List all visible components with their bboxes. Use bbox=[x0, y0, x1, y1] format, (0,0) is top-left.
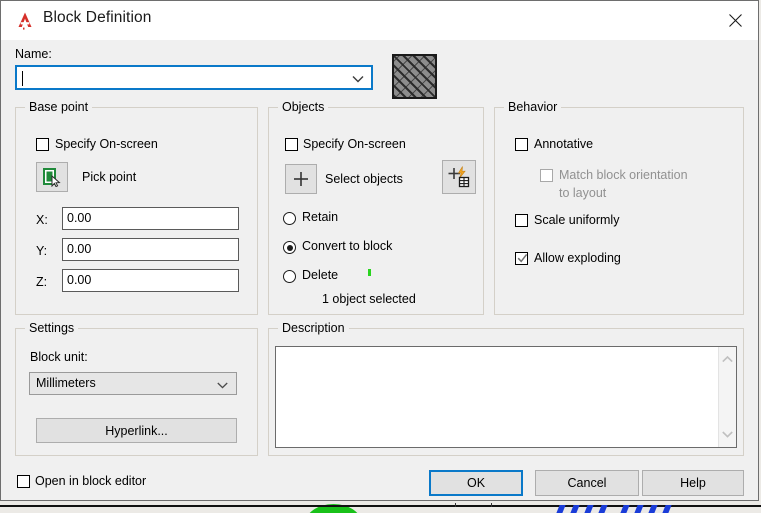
description-scrollbar[interactable] bbox=[718, 347, 736, 447]
chevron-down-icon[interactable] bbox=[216, 379, 229, 393]
backdrop-blue-mark bbox=[634, 505, 644, 513]
annotative-checkbox[interactable] bbox=[515, 138, 528, 151]
backdrop-blue-mark bbox=[570, 505, 580, 513]
block-unit-label: Block unit: bbox=[30, 350, 88, 364]
backdrop-blue-mark bbox=[662, 505, 672, 513]
allow-exploding-label: Allow exploding bbox=[534, 251, 621, 265]
pick-point-label: Pick point bbox=[82, 170, 137, 184]
retain-label: Retain bbox=[302, 210, 339, 224]
help-button[interactable]: Help bbox=[642, 470, 744, 496]
scale-uniformly-checkbox[interactable] bbox=[515, 214, 528, 227]
block-unit-combobox[interactable]: Millimeters bbox=[29, 372, 237, 395]
radio-selected-dot bbox=[286, 244, 293, 251]
backdrop-tick bbox=[491, 503, 492, 507]
chevron-up-icon[interactable] bbox=[719, 351, 736, 368]
selection-marker-artifact bbox=[368, 269, 371, 276]
delete-label: Delete bbox=[302, 268, 339, 282]
cancel-button[interactable]: Cancel bbox=[535, 470, 639, 496]
block-definition-dialog: Block Definition Name: Base point Specif… bbox=[0, 0, 759, 501]
select-objects-label: Select objects bbox=[325, 172, 403, 186]
open-in-block-editor-checkbox[interactable] bbox=[17, 475, 30, 488]
z-coordinate-input[interactable]: 0.00 bbox=[62, 269, 239, 292]
hyperlink-button[interactable]: Hyperlink... bbox=[36, 418, 237, 443]
backdrop-blue-mark bbox=[584, 505, 594, 513]
backdrop-blue-mark bbox=[620, 505, 630, 513]
block-name-combobox[interactable] bbox=[15, 65, 373, 90]
scale-uniformly-label: Scale uniformly bbox=[534, 213, 620, 227]
settings-group-title: Settings bbox=[25, 321, 79, 335]
x-axis-label: X: bbox=[36, 213, 48, 227]
objects-specify-onscreen-label: Specify On-screen bbox=[303, 137, 406, 151]
backdrop-blue-mark bbox=[598, 505, 608, 513]
text-caret bbox=[22, 71, 23, 86]
annotative-label: Annotative bbox=[534, 137, 594, 151]
backdrop-horizontal-line bbox=[0, 505, 761, 507]
crosshair-select-icon bbox=[294, 172, 308, 186]
delete-radio[interactable] bbox=[283, 270, 296, 283]
base-point-group-title: Base point bbox=[25, 100, 93, 114]
objects-group: Objects Specify On-screen Select objects… bbox=[268, 100, 484, 315]
z-axis-label: Z: bbox=[36, 275, 48, 289]
retain-radio[interactable] bbox=[283, 212, 296, 225]
base-point-specify-onscreen-label: Specify On-screen bbox=[55, 137, 158, 151]
close-icon[interactable] bbox=[712, 1, 758, 39]
backdrop-blue-mark bbox=[556, 505, 566, 513]
pick-point-button[interactable] bbox=[36, 162, 68, 192]
backdrop-blue-mark bbox=[648, 505, 658, 513]
checkmark-icon bbox=[517, 252, 528, 265]
ok-button[interactable]: OK bbox=[429, 470, 523, 496]
base-point-group: Base point Specify On-screen Pick point … bbox=[15, 100, 258, 315]
match-block-orientation-checkbox bbox=[540, 169, 553, 182]
dialog-titlebar: Block Definition bbox=[1, 1, 758, 40]
behavior-group-title: Behavior bbox=[504, 100, 562, 114]
objects-group-title: Objects bbox=[278, 100, 329, 114]
block-preview-swatch bbox=[392, 54, 437, 99]
base-point-specify-onscreen-checkbox[interactable] bbox=[36, 138, 49, 151]
open-in-block-editor-label: Open in block editor bbox=[35, 474, 147, 488]
quick-select-button[interactable] bbox=[442, 160, 476, 194]
behavior-group: Behavior Annotative Match block orientat… bbox=[494, 100, 744, 315]
objects-specify-onscreen-checkbox[interactable] bbox=[285, 138, 298, 151]
match-block-orientation-label-line1: Match block orientation bbox=[559, 168, 688, 182]
dialog-title: Block Definition bbox=[43, 9, 152, 26]
y-coordinate-input[interactable]: 0.00 bbox=[62, 238, 239, 261]
chevron-down-icon[interactable] bbox=[719, 426, 736, 443]
quick-select-icon bbox=[448, 166, 470, 188]
convert-to-block-label: Convert to block bbox=[302, 239, 393, 253]
convert-to-block-radio[interactable] bbox=[283, 241, 296, 254]
objects-status-text: 1 object selected bbox=[322, 292, 416, 306]
pick-point-icon bbox=[43, 168, 61, 187]
description-group-title: Description bbox=[278, 321, 349, 335]
allow-exploding-checkbox[interactable] bbox=[515, 252, 528, 265]
select-objects-button[interactable] bbox=[285, 164, 317, 194]
backdrop-tick bbox=[455, 503, 456, 507]
description-textarea[interactable] bbox=[275, 346, 737, 448]
autocad-logo-icon bbox=[15, 9, 37, 31]
match-block-orientation-label-line2: to layout bbox=[559, 186, 607, 200]
chevron-down-icon[interactable] bbox=[351, 73, 365, 87]
y-axis-label: Y: bbox=[36, 244, 48, 258]
name-label: Name: bbox=[15, 47, 52, 61]
block-unit-value: Millimeters bbox=[36, 376, 96, 390]
x-coordinate-input[interactable]: 0.00 bbox=[62, 207, 239, 230]
